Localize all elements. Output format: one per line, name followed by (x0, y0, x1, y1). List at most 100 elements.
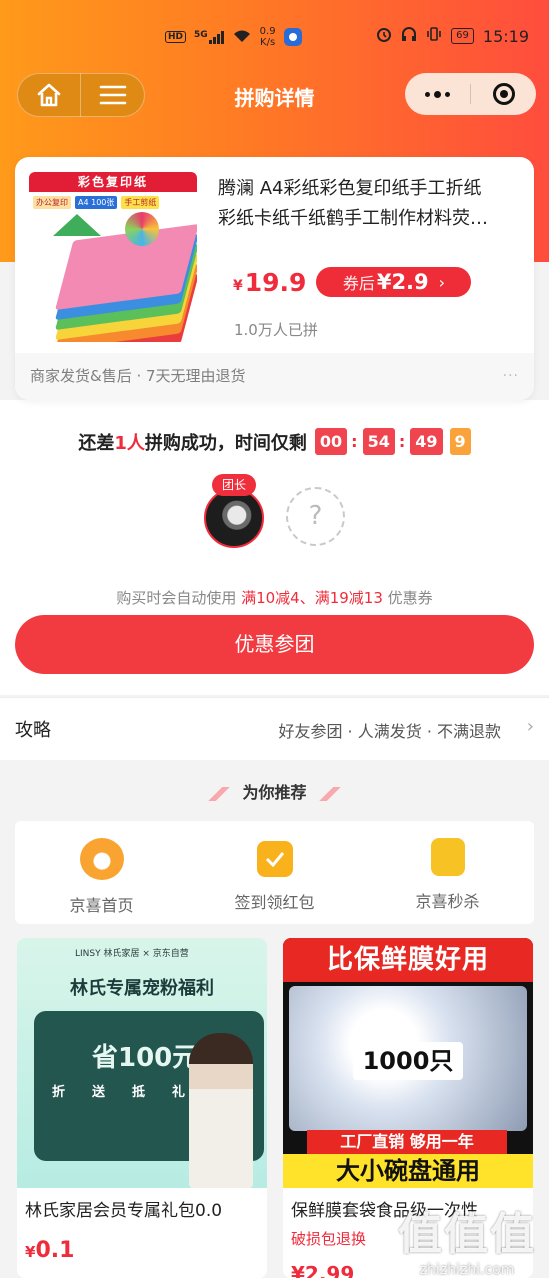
coupon-tip-prefix: 购买时会自动使用 (116, 589, 242, 607)
status-bar-left: HD 5G 0.9 K/s (165, 26, 302, 48)
status-bar: HD 5G 0.9 K/s 69 15:19 (0, 0, 549, 74)
feed-card-image[interactable]: LINSY 林氏家居 × 京东自营 林氏专属宠粉福利 省100元 折 送 抵 礼 (17, 938, 267, 1188)
coupon-tip: 购买时会自动使用 满10减4、满19减13 优惠券 (0, 587, 549, 608)
origami-crane-icon (53, 214, 101, 236)
home-button[interactable] (18, 73, 82, 117)
image-headline: 林氏专属宠粉福利 (70, 978, 214, 999)
strategy-row[interactable]: 攻略 好友参团 · 人满发货 · 不满退款 › (0, 697, 549, 760)
image-save-text: 省100元 (92, 1043, 199, 1073)
countdown-middle: 拼购成功，时间仅剩 (144, 432, 307, 454)
signal-icon: 5G (194, 30, 224, 44)
recommend-title: 为你推荐 (242, 783, 307, 802)
home-icon (37, 83, 61, 107)
coupon-tip-suffix: 优惠券 (382, 589, 433, 607)
quick-link-flash-sale[interactable]: 京喜秒杀 (361, 821, 534, 924)
coupon-label: 券后 (342, 274, 375, 293)
target-icon (492, 83, 515, 105)
coupon-price: ¥2.9 (376, 270, 429, 294)
feed-card-title[interactable]: 林氏家居会员专属礼包0.0 (25, 1196, 261, 1221)
status-time: 15:19 (482, 26, 529, 46)
status-bar-right: 69 15:19 (376, 26, 529, 46)
quick-link-label: 京喜秒杀 (415, 892, 480, 911)
menu-icon (99, 85, 126, 105)
product-title-line1: 腾澜 A4彩纸彩色复印纸手工折纸 (218, 178, 482, 199)
product-title[interactable]: 腾澜 A4彩纸彩色复印纸手工折纸 彩纸卡纸千纸鹤手工制作材料荧… (218, 174, 523, 234)
colon: : (351, 432, 358, 451)
image-yellow-banner: 大小碗盘通用 (283, 1154, 533, 1188)
leader-avatar[interactable] (204, 488, 264, 548)
countdown-minutes: 54 (362, 428, 395, 455)
vibrate-icon (426, 26, 442, 46)
quick-links: 京喜首页 签到领红包 京喜秒杀 (15, 821, 534, 924)
feed-card-price: ¥2.99 (291, 1262, 355, 1278)
menu-button[interactable] (81, 73, 144, 117)
countdown-tenths: 9 (449, 428, 471, 455)
product-image[interactable]: 彩色复印纸 办公复印 A4 100张 手工剪纸 (29, 172, 197, 342)
battery-indicator: 69 (451, 28, 474, 44)
watermark: 值值值 zhizhizhi.com (393, 1198, 541, 1278)
product-image-tags: 办公复印 A4 100张 手工剪纸 (33, 196, 160, 209)
quick-link-sign-in[interactable]: 签到领红包 (188, 821, 361, 924)
countdown-prefix: 还差 (78, 432, 115, 454)
watermark-url: zhizhizhi.com (419, 1262, 515, 1278)
feed-card[interactable]: LINSY 林氏家居 × 京东自营 林氏专属宠粉福利 省100元 折 送 抵 礼… (17, 938, 267, 1278)
product-service-bar[interactable]: 商家发货&售后 · 7天无理由退货 ··· (15, 353, 534, 400)
image-quantity: 1000只 (353, 1042, 463, 1080)
members-needed: 1人 (114, 432, 145, 454)
app-notification-icon (283, 28, 302, 46)
countdown-hours: 00 (314, 428, 348, 455)
image-red-banner: 工厂直销 够用一年 (307, 1130, 507, 1154)
network-speed: 0.9 K/s (260, 26, 276, 48)
decoration-icon (208, 786, 231, 801)
countdown-seconds: 49 (410, 428, 443, 455)
network-generation: 5G (194, 30, 208, 40)
join-group-button[interactable]: 优惠参团 (15, 615, 534, 674)
watermark-logo: 值值值 (398, 1209, 536, 1260)
product-price: 19.9 (244, 267, 307, 297)
chevron-right-icon: › (438, 272, 446, 292)
hd-indicator: HD (165, 31, 187, 43)
feed-card-tag: 破损包退换 (291, 1230, 367, 1248)
quick-link-label: 京喜首页 (69, 896, 134, 915)
image-chips: 折 送 抵 礼 (52, 1081, 202, 1100)
feed-card-image[interactable]: 比保鲜膜好用 1000只 工厂直销 够用一年 大小碗盘通用 (283, 938, 533, 1188)
strategy-steps: 好友参团 · 人满发货 · 不满退款 (278, 722, 501, 741)
image-chip: 抵 (132, 1085, 146, 1100)
origami-flower-icon (125, 212, 159, 246)
sold-count: 1.0万人已拼 (234, 321, 318, 339)
alarm-icon (376, 26, 392, 46)
image-chip: 折 (52, 1085, 66, 1100)
product-card[interactable]: 彩色复印纸 办公复印 A4 100张 手工剪纸 腾澜 A4彩纸彩色复印纸手工折纸… (15, 157, 534, 400)
speed-unit: K/s (260, 37, 276, 48)
recommend-heading: 为你推荐 (0, 779, 549, 803)
price-currency: ¥ (233, 278, 243, 294)
product-title-line2: 彩纸卡纸千纸鹤手工制作材料荧… (218, 208, 488, 229)
price-row: ¥ 19.9 券后 ¥2.9 › (233, 267, 472, 297)
image-tag: 办公复印 (33, 196, 71, 209)
wifi-icon (232, 28, 252, 47)
speed-value: 0.9 (259, 26, 276, 37)
quick-link-jingxi-home[interactable]: 京喜首页 (15, 821, 188, 924)
coupon-price-button[interactable]: 券后 ¥2.9 › (316, 267, 472, 297)
headphones-icon (401, 26, 417, 46)
price-value: 0.1 (35, 1238, 75, 1263)
coupon-offers: 满10减4、满19减13 (241, 589, 383, 607)
image-tag: 手工剪纸 (121, 196, 160, 209)
feed-card-price: ¥0.1 (25, 1238, 74, 1263)
colon: : (398, 432, 406, 451)
nav-left-capsule (17, 73, 145, 117)
leader-badge: 团长 (212, 474, 256, 496)
chevron-right-icon: › (526, 716, 534, 737)
close-mini-program-button[interactable] (471, 73, 536, 115)
image-brand: LINSY 林氏家居 × 京东自营 (75, 949, 189, 959)
mini-program-capsule (405, 73, 536, 115)
strategy-title: 攻略 (15, 720, 51, 741)
empty-member-slot[interactable]: ? (286, 487, 345, 546)
group-countdown: 还差 1人 拼购成功，时间仅剩 00 : 54 : 49 9 (0, 428, 549, 455)
price-currency: ¥ (25, 1243, 36, 1261)
shopping-bag-icon (430, 838, 465, 876)
image-chip: 送 (92, 1085, 106, 1100)
model-person (189, 1033, 253, 1188)
more-options-button[interactable] (405, 73, 470, 115)
more-icon[interactable]: ··· (503, 353, 519, 400)
